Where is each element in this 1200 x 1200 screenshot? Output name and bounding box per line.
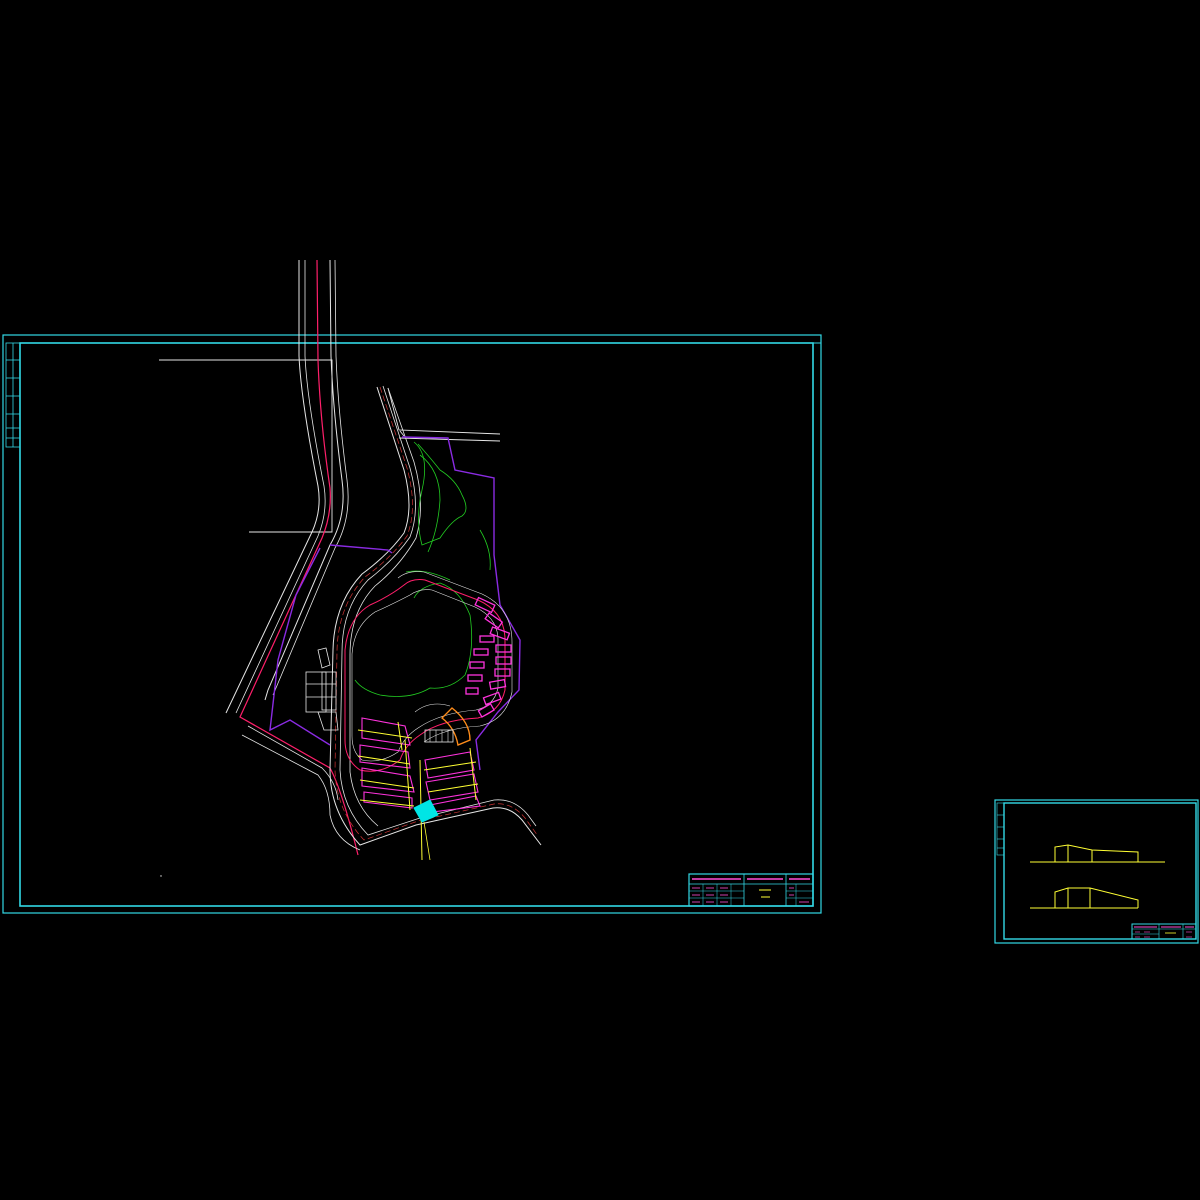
north-east-road — [387, 387, 501, 442]
section-title-block — [1131, 923, 1197, 940]
main-sheet-inner-border — [19, 342, 814, 907]
highway-left — [225, 259, 359, 856]
stray-mark — [160, 875, 162, 877]
site-plan[interactable] — [159, 259, 542, 877]
east-villa-row — [465, 596, 512, 718]
entrance-plaza — [413, 799, 439, 861]
title-block — [688, 873, 814, 907]
binding-strip — [5, 342, 21, 448]
section-binding-strip — [996, 802, 1005, 856]
section-sheet-outer-border — [994, 799, 1199, 944]
annotation-leaders — [159, 359, 333, 533]
section-profile-2 — [1030, 887, 1139, 909]
cad-drawing-canvas[interactable] — [0, 0, 1200, 1200]
section-sheet[interactable] — [994, 799, 1199, 944]
property-line — [269, 436, 521, 771]
section-sheet-inner-border — [1003, 802, 1197, 940]
section-profile-1 — [1030, 844, 1165, 863]
